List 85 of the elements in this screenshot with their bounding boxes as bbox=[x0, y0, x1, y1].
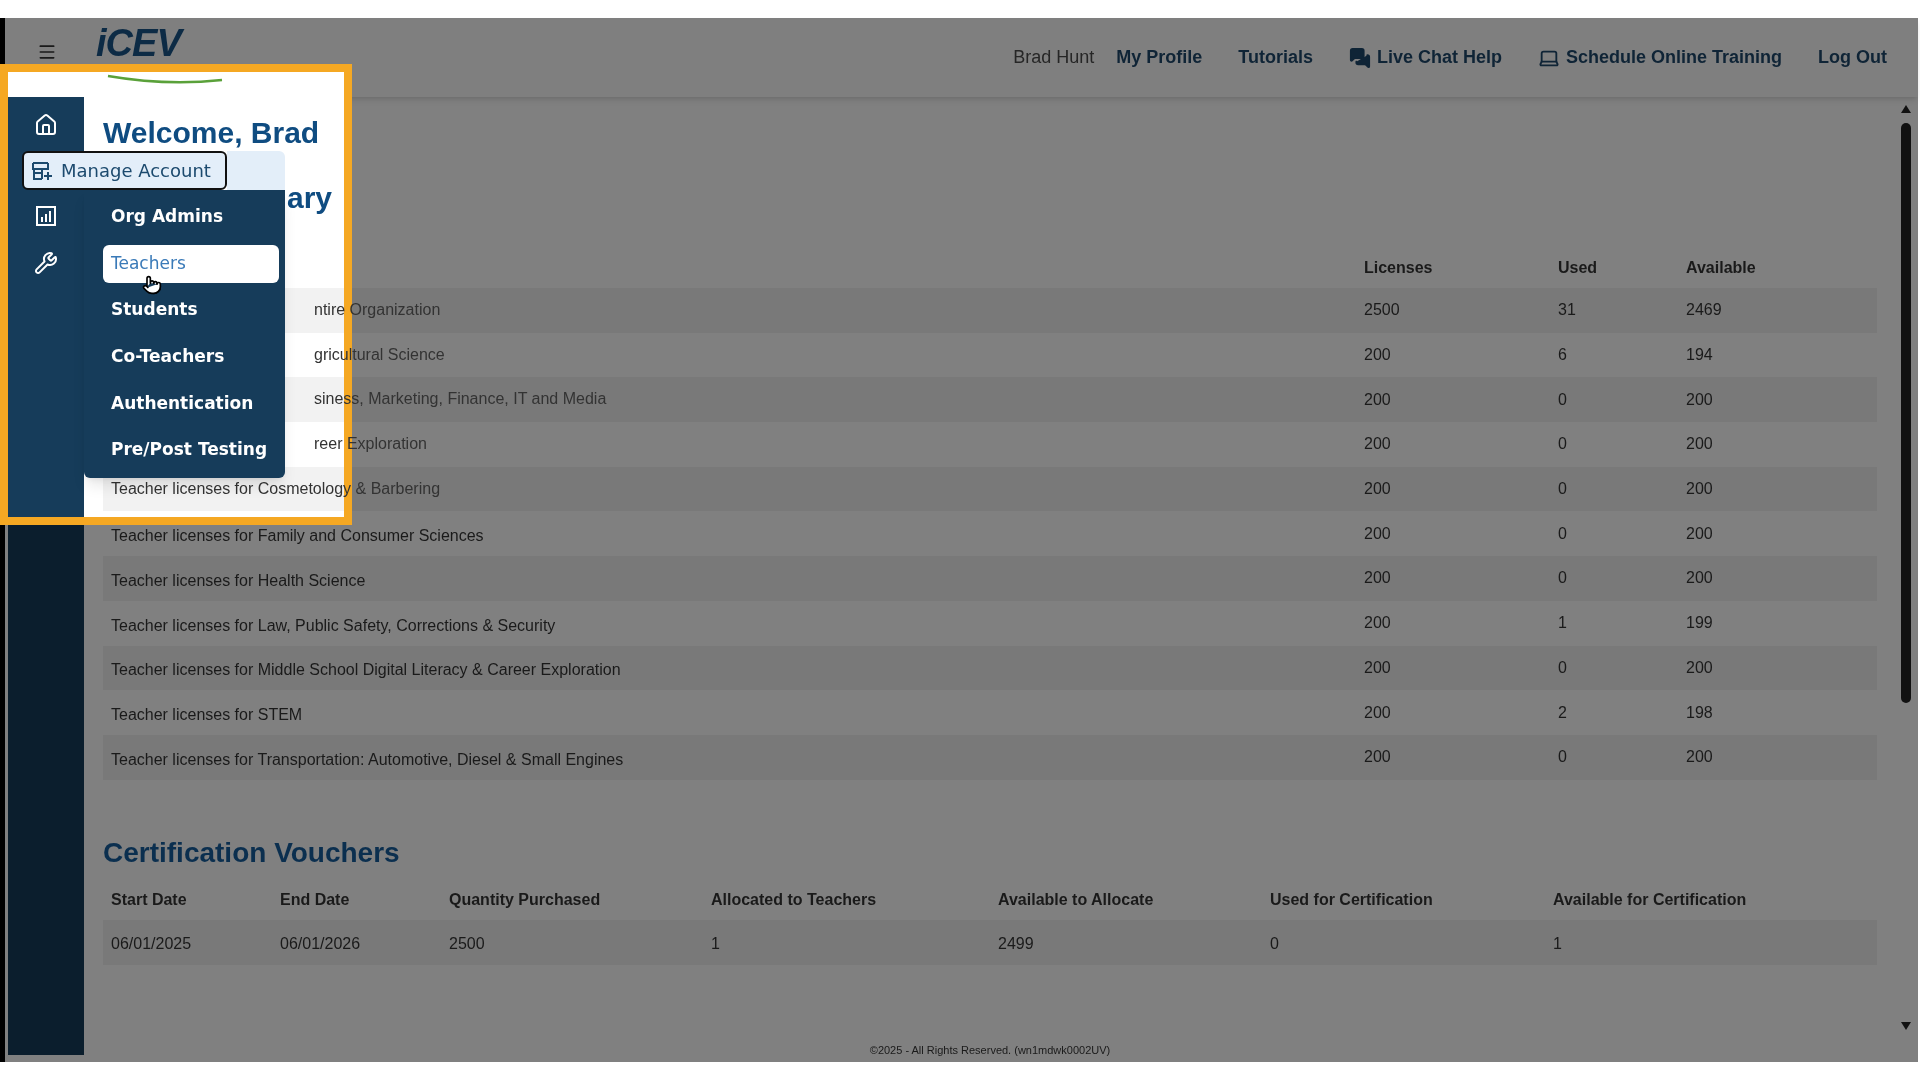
table-cell-text: 200 bbox=[1363, 389, 1392, 410]
summary-heading: ary bbox=[287, 180, 333, 216]
table-cell-text: 200 bbox=[1363, 747, 1392, 768]
table-cell-text: 6 bbox=[1557, 345, 1568, 366]
column-header: Available for Certification bbox=[1553, 889, 1747, 910]
table-cell-text: 06/01/2026 bbox=[280, 933, 361, 954]
nav-link[interactable]: Live Chat Help bbox=[1348, 44, 1502, 71]
table-cell-text: 2469 bbox=[1685, 300, 1723, 321]
table-cell-text: 200 bbox=[1363, 345, 1392, 366]
dropdown-header bbox=[227, 151, 285, 190]
column-header: Licenses bbox=[1363, 258, 1434, 278]
menu-item[interactable]: Org Admins bbox=[103, 198, 279, 236]
table-cell-text: 0 bbox=[1557, 523, 1568, 544]
table-cell-text: 0 bbox=[1557, 747, 1568, 768]
table-cell-text: 0 bbox=[1557, 657, 1568, 678]
table-cell-text: Teacher licenses for Family and Consumer Sciences bbox=[110, 526, 485, 547]
menu-item[interactable]: Teachers bbox=[103, 244, 279, 283]
scroll-up-icon[interactable] bbox=[1901, 105, 1911, 113]
nav-link[interactable]: Log Out bbox=[1818, 44, 1887, 71]
table-cell-text: 0 bbox=[1557, 434, 1568, 455]
table-cell-text: 0 bbox=[1270, 933, 1279, 954]
column-header: Allocated to Teachers bbox=[711, 889, 877, 910]
table-cell-text: 2500 bbox=[1363, 300, 1401, 321]
table-cell-text: 200 bbox=[1685, 747, 1714, 768]
logo-swoosh-icon bbox=[106, 72, 224, 84]
table-cell-text: 1 bbox=[711, 933, 720, 954]
table-cell-text: 2500 bbox=[449, 933, 485, 954]
table-cell-text: Teacher licenses for Middle School Digital Literacy & Career Exploration bbox=[110, 660, 622, 681]
scrollbar-thumb[interactable] bbox=[1901, 123, 1911, 703]
column-header: End Date bbox=[280, 889, 350, 910]
nav-link[interactable]: Tutorials bbox=[1238, 44, 1313, 71]
table-cell-text: 199 bbox=[1685, 613, 1714, 634]
table-cell-text: 198 bbox=[1685, 702, 1714, 723]
nav-link[interactable]: Schedule Online Training bbox=[1537, 44, 1782, 71]
table-cell-text: gricultural Science bbox=[314, 344, 445, 365]
menu-item[interactable]: Students bbox=[103, 291, 279, 330]
table-cell-text: Teacher licenses for Transportation: Automotive, Diesel & Small Engines bbox=[110, 749, 625, 770]
store-plus-icon bbox=[31, 159, 53, 182]
column-header: Available bbox=[1685, 258, 1757, 278]
table-cell-text: Teacher licenses for STEM bbox=[110, 705, 304, 726]
manage-account-button[interactable]: Manage Account bbox=[22, 151, 227, 190]
table-cell-text: 200 bbox=[1363, 434, 1392, 455]
table-cell-text: 200 bbox=[1685, 657, 1714, 678]
table-cell-text: 200 bbox=[1685, 479, 1714, 500]
menu-item[interactable]: Co-Teachers bbox=[103, 337, 279, 376]
table-cell-text: 200 bbox=[1363, 657, 1392, 678]
column-header: Used bbox=[1557, 258, 1599, 278]
table-cell-text: 200 bbox=[1363, 479, 1392, 500]
table-cell-text: 200 bbox=[1363, 568, 1392, 589]
table-cell-text: 200 bbox=[1685, 568, 1714, 589]
table-cell-text: 0 bbox=[1557, 389, 1568, 410]
table-cell-text: 2499 bbox=[998, 933, 1034, 954]
table-cell-text: 200 bbox=[1363, 613, 1392, 634]
footer-text: ©2025 - All Rights Reserved. (wn1mdwk0002UV) bbox=[869, 1042, 1111, 1058]
column-header: Start Date bbox=[111, 889, 187, 910]
table-cell-text: 31 bbox=[1557, 300, 1577, 321]
table-cell-text: 2 bbox=[1557, 702, 1568, 723]
table-cell-text: 200 bbox=[1363, 523, 1392, 544]
column-header: Used for Certification bbox=[1270, 889, 1433, 910]
column-header: Quantity Purchased bbox=[449, 889, 601, 910]
table-cell-text: 1 bbox=[1553, 933, 1562, 954]
table-cell-text: Teacher licenses for Law, Public Safety, Corrections & Security bbox=[110, 615, 557, 636]
table-cell-text: 200 bbox=[1685, 523, 1714, 544]
chat-icon bbox=[1348, 46, 1371, 69]
welcome-heading: Welcome, Brad bbox=[103, 115, 320, 151]
table-cell-text: 1 bbox=[1557, 613, 1568, 634]
scroll-down-icon[interactable] bbox=[1901, 1022, 1911, 1030]
table-cell-text: 200 bbox=[1685, 389, 1714, 410]
menu-item[interactable]: Pre/Post Testing bbox=[103, 430, 279, 469]
wrench-icon[interactable] bbox=[34, 251, 58, 275]
table-cell-text: 0 bbox=[1557, 479, 1568, 500]
table-cell-text: 194 bbox=[1685, 345, 1714, 366]
column-header: Available to Allocate bbox=[998, 889, 1154, 910]
table-cell-text: 06/01/2025 bbox=[111, 933, 192, 954]
cursor-icon bbox=[142, 274, 162, 296]
table-cell-text: Teacher licenses for Health Science bbox=[110, 570, 367, 591]
table-cell-text: 200 bbox=[1685, 434, 1714, 455]
menu-item[interactable]: Authentication bbox=[103, 384, 279, 423]
table-cell-text: 200 bbox=[1363, 702, 1392, 723]
table-cell-text: 0 bbox=[1557, 568, 1568, 589]
user-name: Brad Hunt bbox=[1013, 46, 1095, 69]
section-heading: Certification Vouchers bbox=[103, 835, 401, 870]
home-icon[interactable] bbox=[34, 113, 58, 137]
nav-link[interactable]: My Profile bbox=[1116, 44, 1203, 71]
chart-icon[interactable] bbox=[35, 205, 57, 227]
